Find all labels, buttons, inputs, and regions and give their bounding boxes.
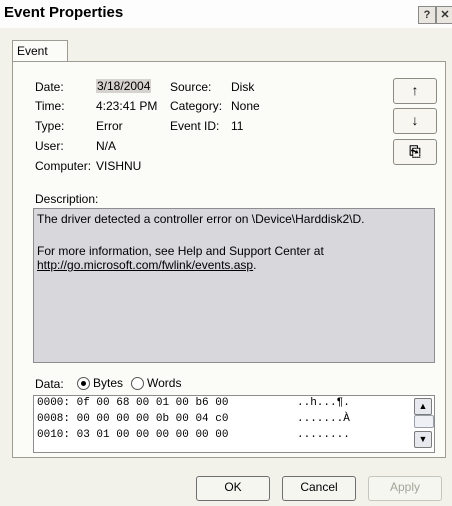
next-event-button[interactable]: ↓: [393, 108, 437, 134]
arrow-down-icon: ↓: [411, 112, 419, 128]
scroll-down-button[interactable]: ▼: [414, 431, 432, 448]
copy-button[interactable]: ⎘: [393, 139, 437, 165]
cancel-button[interactable]: Cancel: [282, 476, 356, 501]
data-row: 0000: 0f 00 68 00 01 00 b6 00: [37, 397, 228, 409]
description-label: Description:: [35, 192, 99, 206]
data-hex: 03 01 00 00 00 00 00 00: [76, 429, 229, 441]
window-title: Event Properties: [4, 4, 124, 21]
previous-event-button[interactable]: ↑: [393, 78, 437, 104]
arrow-up-icon: ↑: [411, 82, 419, 98]
radio-selected-dot: [81, 381, 86, 386]
category-label: Category:: [170, 99, 223, 113]
help-button[interactable]: ?: [418, 6, 436, 24]
description-line-2: For more information, see Help and Suppo…: [37, 244, 324, 258]
date-label: Date:: [35, 80, 64, 94]
scroll-thumb[interactable]: [414, 415, 434, 428]
bytes-label: Bytes: [93, 376, 124, 390]
apply-button[interactable]: Apply: [368, 476, 442, 501]
help-link[interactable]: http://go.microsoft.com/fwlink/events.as…: [37, 258, 253, 272]
ok-button[interactable]: OK: [196, 476, 270, 501]
source-value: Disk: [231, 80, 255, 94]
scroll-up-button[interactable]: ▲: [414, 398, 432, 415]
data-ascii: ..h...¶.: [297, 397, 350, 409]
data-row: 0008: 00 00 00 00 0b 00 04 c0: [37, 413, 228, 425]
user-label: User:: [35, 139, 64, 153]
words-label: Words: [147, 376, 182, 390]
bytes-radio[interactable]: [77, 377, 90, 390]
data-offset: 0000:: [37, 397, 71, 409]
user-value: N/A: [96, 139, 117, 153]
words-radio[interactable]: [131, 377, 144, 390]
event-id-label: Event ID:: [170, 119, 220, 133]
data-offset: 0010:: [37, 429, 71, 441]
close-button[interactable]: ✕: [436, 6, 452, 24]
copy-icon: ⎘: [409, 143, 421, 159]
category-value: None: [231, 99, 260, 113]
type-value: Error: [96, 119, 123, 133]
time-value: 4:23:41 PM: [96, 99, 158, 113]
data-label: Data:: [35, 377, 64, 391]
data-ascii: .......À: [297, 413, 350, 425]
tab-event[interactable]: Event: [12, 40, 68, 63]
event-id-value: 11: [231, 119, 244, 133]
link-suffix: .: [253, 258, 257, 272]
date-value: 3/18/2004: [96, 79, 152, 93]
source-label: Source:: [170, 80, 212, 94]
type-label: Type:: [35, 119, 65, 133]
data-hex: 00 00 00 00 0b 00 04 c0: [76, 413, 229, 425]
computer-label: Computer:: [35, 159, 92, 173]
data-row: 0010: 03 01 00 00 00 00 00 00: [37, 429, 228, 441]
data-ascii: ........: [297, 429, 350, 441]
data-offset: 0008:: [37, 413, 71, 425]
computer-value: VISHNU: [96, 159, 142, 173]
description-link-line: http://go.microsoft.com/fwlink/events.as…: [37, 258, 256, 272]
time-label: Time:: [35, 99, 65, 113]
description-box[interactable]: [33, 208, 435, 363]
description-line-1: The driver detected a controller error o…: [37, 212, 365, 226]
data-hex: 0f 00 68 00 01 00 b6 00: [76, 397, 229, 409]
